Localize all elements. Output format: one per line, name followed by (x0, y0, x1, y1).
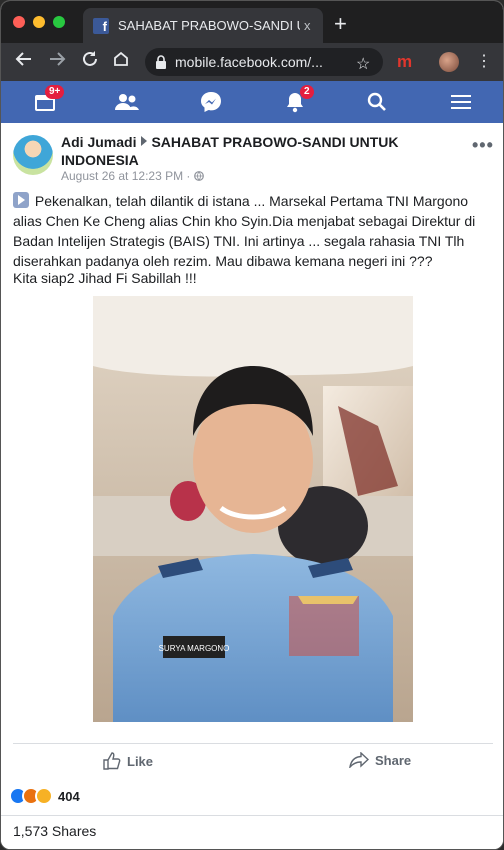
extension-button[interactable]: m (397, 52, 412, 72)
play-icon (13, 192, 29, 208)
wow-reaction-icon (35, 787, 53, 805)
search-icon (367, 92, 386, 111)
tab-strip: f SAHABAT PRABOWO-SANDI U x + (1, 1, 503, 43)
nav-messenger[interactable] (181, 81, 241, 123)
post-body-second: Kita siap2 Jihad Fi Sabillah !!! (13, 270, 197, 286)
back-icon[interactable] (15, 50, 33, 74)
forward-icon[interactable] (48, 50, 66, 74)
author-name[interactable]: Adi Jumadi (61, 134, 136, 150)
name-tag-text: SURYA MARGONO (159, 644, 230, 653)
tab-title: SAHABAT PRABOWO-SANDI U (118, 18, 300, 33)
window-controls (13, 16, 65, 28)
like-button[interactable]: Like (103, 752, 153, 770)
hamburger-icon (451, 95, 471, 109)
reactions-count: 404 (58, 788, 80, 804)
lock-icon (156, 55, 166, 69)
post-meta: August 26 at 12:23 PM · (61, 169, 204, 183)
reactions-summary[interactable]: 404 (9, 787, 80, 805)
more-icon[interactable]: ••• (472, 135, 494, 156)
menu-icon[interactable]: ⋮ (476, 52, 492, 72)
reload-icon[interactable] (81, 50, 99, 74)
browser-toolbar: mobile.facebook.com/... ☆ m ⋮ (1, 43, 503, 81)
url-text: mobile.facebook.com/... (175, 54, 323, 70)
address-bar[interactable]: mobile.facebook.com/... (145, 48, 383, 76)
tab-close-icon[interactable]: x (304, 18, 311, 33)
browser-window: f SAHABAT PRABOWO-SANDI U x + mobile.fac… (0, 0, 504, 850)
nav-feed[interactable]: 9+ (15, 81, 75, 123)
nav-notifications[interactable]: 2 (265, 81, 325, 123)
globe-icon (193, 171, 204, 181)
nav-search[interactable] (347, 81, 407, 123)
post-photo[interactable]: SURYA MARGONO (93, 296, 413, 722)
share-button[interactable]: Share (349, 752, 411, 768)
nav-menu[interactable] (431, 81, 491, 123)
thumbs-up-icon (103, 752, 121, 770)
arrow-icon (141, 136, 148, 146)
close-window-button[interactable] (13, 16, 25, 28)
facebook-navbar: 9+ 2 (1, 81, 503, 123)
like-label: Like (127, 753, 154, 769)
share-label: Share (375, 752, 412, 768)
friends-icon (115, 94, 139, 110)
shares-count[interactable]: 1,573 Shares (13, 823, 96, 839)
divider (1, 815, 503, 816)
minimize-window-button[interactable] (33, 16, 45, 28)
profile-avatar-icon[interactable] (439, 52, 459, 72)
notifications-badge: 2 (300, 85, 314, 99)
feed-badge: 9+ (45, 85, 65, 99)
post-header: Adi Jumadi SAHABAT PRABOWO-SANDI UNTUK IN… (61, 133, 451, 169)
messenger-icon (201, 92, 221, 112)
post-timestamp[interactable]: August 26 at 12:23 PM · (61, 169, 194, 183)
author-avatar[interactable] (13, 135, 53, 175)
post: Adi Jumadi SAHABAT PRABOWO-SANDI UNTUK IN… (1, 123, 503, 849)
tab-active[interactable]: f SAHABAT PRABOWO-SANDI U x (83, 8, 323, 43)
facebook-favicon: f (93, 17, 109, 34)
post-body-text: Pekenalkan, telah dilantik di istana ...… (13, 193, 476, 269)
post-body: Pekenalkan, telah dilantik di istana ...… (13, 191, 497, 271)
maximize-window-button[interactable] (53, 16, 65, 28)
star-icon[interactable]: ☆ (356, 54, 370, 74)
home-icon[interactable] (112, 50, 130, 74)
nav-friends[interactable] (97, 81, 157, 123)
share-arrow-icon (349, 752, 369, 768)
post-actions: Like Share (13, 743, 493, 779)
new-tab-button[interactable]: + (334, 13, 347, 35)
